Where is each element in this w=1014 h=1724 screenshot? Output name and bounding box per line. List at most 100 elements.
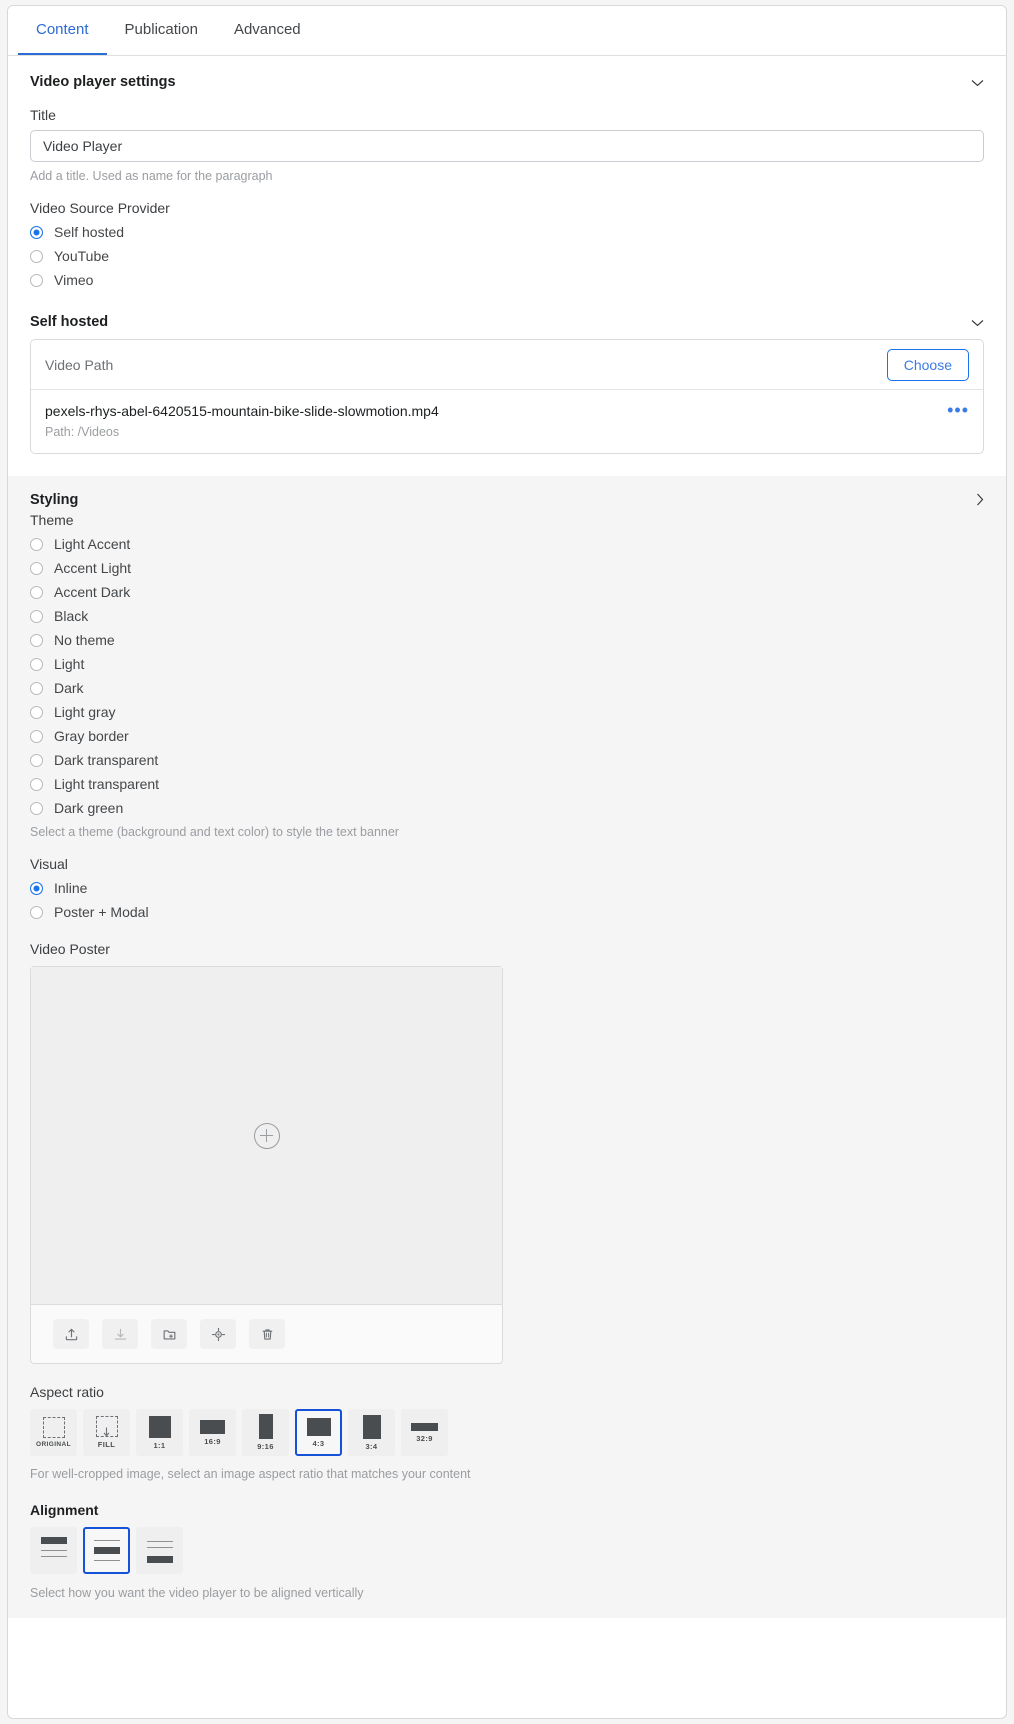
theme-label: Theme xyxy=(30,512,74,528)
video-poster-box xyxy=(30,966,503,1364)
tab-publication[interactable]: Publication xyxy=(107,6,216,55)
tab-content[interactable]: Content xyxy=(18,6,107,55)
alignment-group: Alignment Select how you want the video … xyxy=(8,1502,1006,1600)
radio-icon[interactable] xyxy=(30,585,43,599)
radio-theme-no-theme[interactable]: No theme xyxy=(30,632,984,648)
radio-icon[interactable] xyxy=(30,633,43,647)
aspect-ratio-group: Aspect ratio ORIGINAL FILL 1:1 16:9 9:16… xyxy=(8,1384,1006,1481)
aspect-ratio-label: Aspect ratio xyxy=(30,1384,104,1400)
radio-icon[interactable] xyxy=(30,905,43,919)
tab-bar: Content Publication Advanced xyxy=(8,6,1006,56)
aspect-ratio-32-9[interactable]: 32:9 xyxy=(401,1409,448,1456)
radio-icon[interactable] xyxy=(30,249,43,263)
tab-advanced[interactable]: Advanced xyxy=(216,6,319,55)
radio-theme-light[interactable]: Light xyxy=(30,656,984,672)
radio-icon[interactable] xyxy=(30,753,43,767)
radio-theme-dark-label: Dark xyxy=(54,680,84,696)
add-image-icon[interactable] xyxy=(253,1122,280,1149)
radio-theme-black[interactable]: Black xyxy=(30,608,984,624)
styling-header[interactable]: Styling xyxy=(8,476,1006,508)
radio-icon[interactable] xyxy=(30,801,43,815)
radio-theme-dark-transparent-label: Dark transparent xyxy=(54,752,159,768)
download-icon[interactable] xyxy=(102,1319,138,1349)
folder-add-icon[interactable] xyxy=(151,1319,187,1349)
radio-provider-self-hosted[interactable]: Self hosted xyxy=(30,224,984,240)
radio-theme-dark-green[interactable]: Dark green xyxy=(30,800,984,816)
more-options-icon[interactable]: ••• xyxy=(947,401,969,419)
alignment-top[interactable] xyxy=(30,1527,77,1574)
focus-point-icon[interactable] xyxy=(200,1319,236,1349)
choose-button[interactable]: Choose xyxy=(886,348,969,381)
radio-provider-vimeo-label: Vimeo xyxy=(54,272,94,288)
radio-theme-dark[interactable]: Dark xyxy=(30,680,984,696)
radio-theme-light-transparent[interactable]: Light transparent xyxy=(30,776,984,792)
radio-theme-accent-dark[interactable]: Accent Dark xyxy=(30,584,984,600)
aspect-ratio-16-9-label: 16:9 xyxy=(204,1436,221,1446)
radio-theme-dark-transparent[interactable]: Dark transparent xyxy=(30,752,984,768)
aspect-ratio-fill[interactable]: FILL xyxy=(83,1409,130,1456)
radio-theme-light-accent[interactable]: Light Accent xyxy=(30,536,984,552)
aspect-ratio-9-16[interactable]: 9:16 xyxy=(242,1409,289,1456)
title-label: Title xyxy=(30,107,56,123)
chevron-down-icon[interactable] xyxy=(971,76,984,89)
radio-visual-inline-label: Inline xyxy=(54,880,88,896)
title-input[interactable] xyxy=(30,130,984,162)
radio-provider-vimeo[interactable]: Vimeo xyxy=(30,272,984,288)
radio-icon[interactable] xyxy=(30,225,43,239)
radio-icon[interactable] xyxy=(30,681,43,695)
radio-theme-black-label: Black xyxy=(54,608,89,624)
radio-icon[interactable] xyxy=(30,705,43,719)
aspect-ratio-options: ORIGINAL FILL 1:1 16:9 9:16 4:3 3:4 32:9 xyxy=(30,1409,984,1456)
video-path-row: Video Path Choose xyxy=(31,340,983,390)
radio-icon[interactable] xyxy=(30,657,43,671)
video-player-settings-header[interactable]: Video player settings xyxy=(8,56,1006,90)
radio-icon[interactable] xyxy=(30,777,43,791)
poster-toolbar xyxy=(31,1305,502,1363)
tab-advanced-label: Advanced xyxy=(233,21,301,38)
radio-icon[interactable] xyxy=(30,729,43,743)
radio-provider-youtube[interactable]: YouTube xyxy=(30,248,984,264)
radio-provider-youtube-label: YouTube xyxy=(54,248,110,264)
alignment-bottom[interactable] xyxy=(136,1527,183,1574)
selected-file-path: Path: /Videos xyxy=(45,425,120,439)
aspect-ratio-3-4[interactable]: 3:4 xyxy=(348,1409,395,1456)
radio-visual-inline[interactable]: Inline xyxy=(30,880,984,896)
selected-file-row: pexels-rhys-abel-6420515-mountain-bike-s… xyxy=(31,390,983,453)
alignment-options xyxy=(30,1527,984,1574)
radio-theme-accent-light-label: Accent Light xyxy=(54,560,132,576)
radio-theme-light-gray[interactable]: Light gray xyxy=(30,704,984,720)
radio-theme-light-label: Light xyxy=(54,656,85,672)
aspect-ratio-16-9[interactable]: 16:9 xyxy=(189,1409,236,1456)
radio-theme-light-transparent-label: Light transparent xyxy=(54,776,160,792)
poster-dropzone[interactable] xyxy=(31,967,502,1305)
chevron-right-icon[interactable] xyxy=(976,493,984,508)
delete-icon[interactable] xyxy=(249,1319,285,1349)
video-path-panel: Video Path Choose pexels-rhys-abel-64205… xyxy=(30,339,984,454)
radio-icon[interactable] xyxy=(30,881,43,895)
aspect-ratio-1-1[interactable]: 1:1 xyxy=(136,1409,183,1456)
self-hosted-header[interactable]: Self hosted xyxy=(8,288,1006,330)
radio-icon[interactable] xyxy=(30,561,43,575)
aspect-ratio-fill-label: FILL xyxy=(97,1440,116,1449)
radio-icon[interactable] xyxy=(30,609,43,623)
radio-theme-accent-light[interactable]: Accent Light xyxy=(30,560,984,576)
chevron-down-icon[interactable] xyxy=(971,316,984,329)
alignment-middle[interactable] xyxy=(83,1527,130,1574)
radio-theme-gray-border[interactable]: Gray border xyxy=(30,728,984,744)
aspect-ratio-3-4-label: 3:4 xyxy=(365,1441,378,1451)
aspect-ratio-original[interactable]: ORIGINAL xyxy=(30,1409,77,1456)
aspect-ratio-4-3-label: 4:3 xyxy=(312,1438,325,1448)
aspect-ratio-4-3[interactable]: 4:3 xyxy=(295,1409,342,1456)
radio-visual-poster-modal-label: Poster + Modal xyxy=(54,904,149,920)
theme-group: Theme Light Accent Accent Light Accent D… xyxy=(8,512,1006,839)
radio-visual-poster-modal[interactable]: Poster + Modal xyxy=(30,904,984,920)
radio-theme-gray-border-label: Gray border xyxy=(54,728,129,744)
radio-icon[interactable] xyxy=(30,273,43,287)
alignment-label: Alignment xyxy=(30,1502,99,1518)
video-player-settings-title: Video player settings xyxy=(30,74,176,90)
radio-theme-no-theme-label: No theme xyxy=(54,632,115,648)
video-path-label: Video Path xyxy=(45,356,114,373)
video-poster-label: Video Poster xyxy=(30,941,110,957)
radio-icon[interactable] xyxy=(30,537,43,551)
upload-icon[interactable] xyxy=(53,1319,89,1349)
